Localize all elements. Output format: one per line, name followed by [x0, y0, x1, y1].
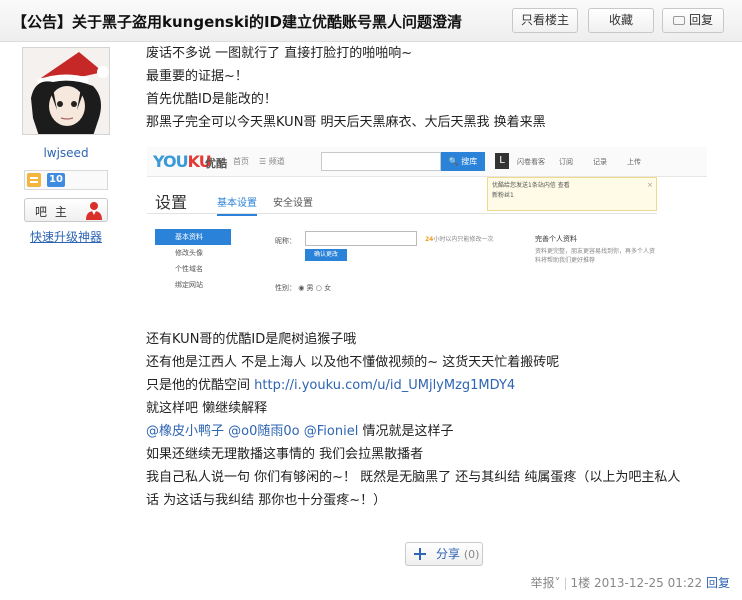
only-op-button[interactable]: 只看楼主	[512, 8, 578, 33]
member-icon	[27, 173, 41, 187]
mention-link[interactable]: @橡皮小鸭子	[146, 424, 224, 439]
youku-side-item: 修改头像	[175, 249, 203, 257]
reply-button[interactable]: 回复	[662, 8, 724, 33]
avatar-image	[23, 48, 109, 134]
youku-channel: ☰ 频道	[259, 157, 285, 166]
user-panel: lwjseed 10 吧 主 快速升级神器	[0, 42, 132, 600]
youku-notice-sub: 新粉丝1	[492, 192, 514, 199]
post-line-6: 还有他是江西人 不是上海人 以及他不懂做视频的~ 这货天天忙着搬砖呢	[146, 355, 560, 370]
reply-button-label: 回复	[688, 13, 713, 27]
youku-notice-text: 优酷给您发送1条站内信 查看	[492, 182, 570, 189]
favorite-button[interactable]: 收藏	[588, 8, 654, 33]
youku-side-item: 个性域名	[175, 265, 203, 273]
post-line-11: 我自己私人说一句 你们有够闲的~！ 既然是无脑黑了 还与其纠结 纯属蛋疼（以上为…	[146, 470, 681, 485]
post-line-8: 就这样吧 懒继续解释	[146, 401, 268, 416]
youku-tab-security: 安全设置	[273, 198, 313, 209]
share-button[interactable]: 分享 (0)	[405, 542, 483, 566]
youku-side-item: 绑定网站	[175, 281, 203, 289]
youku-home: 首页	[233, 157, 249, 166]
youku-profile-desc: 资料更完整，朋友更容易找到你，再多个人资料将帮助我们更好推荐	[535, 248, 656, 264]
youku-settings-title: 设置	[155, 193, 188, 212]
youku-profile-box: 完善个人资料 资料更完整，朋友更容易找到你，再多个人资料将帮助我们更好推荐	[535, 235, 655, 265]
mention-link[interactable]: @o0随雨0o	[228, 424, 299, 439]
youku-logo-cn: 优酷	[205, 157, 227, 170]
post-line-2: 最重要的证据~！	[146, 69, 248, 84]
post-line-4: 那黑子完全可以今天黑KUN哥 明天后天黑麻衣、大后天黑我 换着来黑	[146, 115, 546, 130]
youku-search-button: 🔍 搜库	[441, 152, 485, 171]
post-line-12: 话 为这话与我纠结 那你也十分蛋疼~！）	[146, 493, 387, 508]
upgrade-link[interactable]: 快速升级神器	[0, 228, 132, 245]
level-badge-row[interactable]: 10	[24, 170, 108, 190]
thread-header: 【公告】关于黑子盗用kungenski的ID建立优酷账号黑人问题澄清 只看楼主 …	[0, 0, 742, 42]
floor-number: 1楼	[570, 576, 591, 590]
youku-space-link[interactable]: http://i.youku.com/u/id_UMjlyMzg1MDY4	[254, 378, 515, 393]
report-chevron-icon[interactable]: ˅	[555, 576, 561, 590]
youku-side-menu: 基本资料 修改头像 个性域名 绑定网站	[155, 229, 231, 293]
report-link[interactable]: 举报	[530, 576, 554, 590]
post-line-10: 如果还继续无理散播这事情的 我们会拉黑散播者	[146, 447, 424, 462]
youku-topbar: YOUKU 优酷 首页 ☰ 频道 🔍 搜库 L 闪卷看客 订阅 记录 上传	[147, 147, 707, 177]
youku-nav-2: 订阅	[559, 158, 573, 166]
username[interactable]: lwjseed	[0, 146, 132, 160]
thread-title: 【公告】关于黑子盗用kungenski的ID建立优酷账号黑人问题澄清	[12, 13, 463, 31]
post-line-9: @橡皮小鸭子 @o0随雨0o @Fioniel 情况就是这样子	[146, 424, 454, 439]
mention-link[interactable]: @Fioniel	[304, 424, 359, 439]
youku-gender: 性别： ◉ 男 ○ 女	[275, 284, 332, 292]
youku-nick-input	[305, 231, 417, 246]
post-line-1: 废话不多说 一图就行了 直接打脸打的啪啪响~	[146, 46, 413, 61]
post-line-5: 还有KUN哥的优酷ID是爬树追猴子哦	[146, 332, 357, 347]
youku-profile-title: 完善个人资料	[535, 235, 577, 243]
plus-icon	[414, 548, 426, 560]
youku-notice: 优酷给您发送1条站内信 查看 新粉丝1 ×	[487, 177, 657, 211]
youku-side-item: 基本资料	[155, 229, 231, 245]
youku-nav-3: 记录	[593, 158, 607, 166]
person-icon	[86, 202, 102, 220]
bazhu-label: 吧 主	[35, 205, 69, 219]
share-label: 分享 (0)	[436, 547, 480, 561]
post-line-3: 首先优酷ID是能改的！	[146, 92, 277, 107]
youku-nav-4: 上传	[627, 158, 641, 166]
reply-bubble-icon	[672, 16, 685, 25]
post-time: 2013-12-25 01:22	[594, 576, 703, 590]
post-footer: 举报˅ | 1楼 2013-12-25 01:22 回复	[530, 574, 730, 591]
youku-nick-hint: 24小时以内只能修改一次	[425, 236, 494, 243]
post-content-lower: 还有KUN哥的优酷ID是爬树追猴子哦 还有他是江西人 不是上海人 以及他不懂做视…	[146, 328, 736, 512]
post-content: 废话不多说 一图就行了 直接打脸打的啪啪响~ 最重要的证据~！ 首先优酷ID是能…	[146, 42, 736, 134]
youku-search-input	[321, 152, 441, 171]
divider: |	[563, 576, 568, 590]
avatar[interactable]	[22, 47, 110, 135]
embedded-screenshot: YOUKU 优酷 首页 ☰ 频道 🔍 搜库 L 闪卷看客 订阅 记录 上传 优酷…	[147, 147, 707, 305]
youku-nick-label: 昵称：	[275, 237, 296, 245]
close-icon: ×	[647, 181, 653, 189]
youku-l-icon: L	[495, 153, 509, 169]
post-reply-link[interactable]: 回复	[706, 576, 730, 590]
youku-confirm-button: 确认更改	[305, 249, 347, 261]
youku-nav-1: 闪卷看客	[517, 158, 545, 166]
post-line-7: 只是他的优酷空间 http://i.youku.com/u/id_UMjlyMz…	[146, 378, 516, 393]
level-badge: 10	[47, 173, 65, 187]
bazhu-badge[interactable]: 吧 主	[24, 198, 108, 222]
divider	[147, 213, 657, 214]
youku-logo: YOUKU	[153, 152, 212, 171]
